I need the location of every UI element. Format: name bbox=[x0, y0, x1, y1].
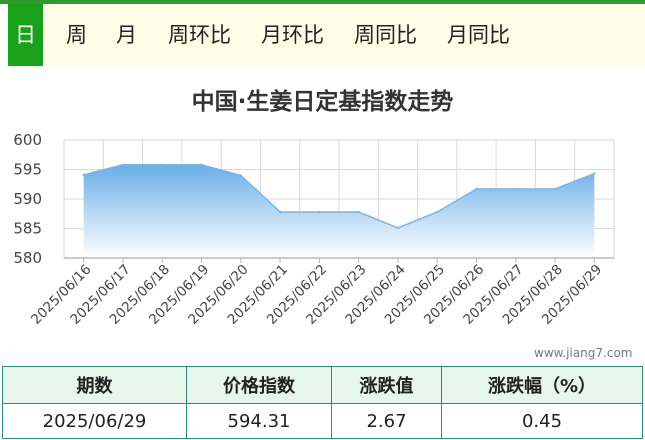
cell-period: 2025/06/29 bbox=[2, 403, 187, 439]
data-point bbox=[239, 174, 242, 177]
data-point bbox=[278, 210, 282, 214]
cell-price-index: 594.31 bbox=[186, 403, 332, 439]
header-change-value: 涨跌值 bbox=[331, 366, 442, 404]
chart-title: 中国·生姜日定基指数走势 bbox=[191, 89, 454, 115]
y-tick-label: 595 bbox=[13, 161, 42, 179]
site-watermark: www.jiang7.com bbox=[534, 346, 633, 360]
tab-week-year-over-year[interactable]: 周同比 bbox=[354, 4, 417, 66]
tab-week[interactable]: 周 bbox=[66, 4, 87, 66]
data-point bbox=[121, 163, 125, 166]
y-tick-label: 590 bbox=[13, 190, 42, 208]
summary-header-row: 期数 价格指数 涨跌值 涨跌幅（%） bbox=[2, 366, 643, 404]
data-point bbox=[357, 210, 360, 214]
period-tab-bar: 日 周 月 周环比 月环比 周同比 月同比 bbox=[8, 4, 645, 66]
data-point bbox=[161, 163, 164, 166]
data-point bbox=[82, 173, 85, 177]
data-point bbox=[593, 172, 596, 175]
data-point bbox=[200, 163, 203, 166]
header-price-index: 价格指数 bbox=[186, 366, 332, 404]
data-point bbox=[475, 187, 478, 191]
header-period: 期数 bbox=[2, 366, 187, 404]
summary-table: 期数 价格指数 涨跌值 涨跌幅（%） 2025/06/29 594.31 2.6… bbox=[2, 366, 643, 439]
data-point bbox=[553, 187, 557, 191]
header-change-percent: 涨跌幅（%） bbox=[441, 366, 643, 404]
data-point bbox=[396, 226, 400, 230]
tab-week-over-week[interactable]: 周环比 bbox=[168, 4, 231, 66]
y-tick-label: 585 bbox=[13, 220, 42, 238]
cell-change-percent: 0.45 bbox=[441, 403, 643, 439]
data-point bbox=[318, 210, 321, 214]
tab-month-year-over-year[interactable]: 月同比 bbox=[447, 4, 510, 66]
cell-change-value: 2.67 bbox=[331, 403, 442, 439]
summary-data-row: 2025/06/29 594.31 2.67 0.45 bbox=[2, 403, 643, 439]
index-area-chart: 5805855905956002025/06/162025/06/172025/… bbox=[13, 131, 615, 328]
tab-month[interactable]: 月 bbox=[116, 4, 137, 66]
data-point bbox=[436, 210, 439, 214]
tab-day[interactable]: 日 bbox=[8, 4, 43, 66]
y-tick-label: 580 bbox=[13, 249, 42, 267]
y-tick-label: 600 bbox=[13, 131, 42, 149]
data-point bbox=[514, 187, 517, 191]
tab-month-over-month[interactable]: 月环比 bbox=[261, 4, 324, 66]
